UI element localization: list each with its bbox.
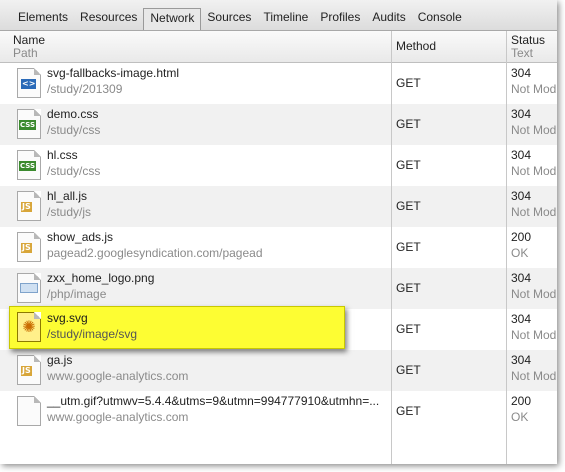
- request-row[interactable]: zxx_home_logo.png /php/image GET 304 Not…: [0, 268, 557, 309]
- request-row[interactable]: JS show_ads.js pagead2.googlesyndication…: [0, 227, 557, 268]
- request-method: GET: [396, 199, 421, 213]
- status-code: 304: [511, 189, 532, 203]
- request-method: GET: [396, 363, 421, 377]
- network-column-header: Name Path Method Status Text: [0, 31, 557, 63]
- request-name: show_ads.js: [47, 230, 114, 244]
- js-file-icon: JS: [17, 232, 41, 262]
- status-code: 304: [511, 353, 532, 367]
- request-row[interactable]: JS hl_all.js /study/js GET 304 Not Modif…: [0, 186, 557, 227]
- highlighted-svg-request[interactable]: ✺ svg.svg /study/image/svg: [9, 306, 345, 349]
- status-code: 304: [511, 66, 532, 80]
- js-file-icon: JS: [17, 355, 41, 385]
- status-code: 200: [511, 394, 532, 408]
- request-row[interactable]: CSS hl.css /study/css GET 304 Not Modifi…: [0, 145, 557, 186]
- tab-elements[interactable]: Elements: [12, 8, 74, 30]
- status-text: Not Modified: [511, 287, 557, 301]
- devtools-tab-bar: Elements Resources Network Sources Timel…: [0, 0, 557, 31]
- request-name: hl.css: [47, 148, 78, 162]
- request-method: GET: [396, 76, 421, 90]
- js-file-icon: JS: [17, 191, 41, 221]
- status-text: Not Modified: [511, 123, 557, 137]
- method-column-header[interactable]: Method: [396, 31, 504, 62]
- tab-resources[interactable]: Resources: [74, 8, 143, 30]
- html-file-icon: <>: [17, 68, 41, 98]
- text-column-subtitle: Text: [511, 46, 534, 60]
- request-path: /php/image: [47, 287, 107, 301]
- request-method: GET: [396, 404, 421, 418]
- method-column-title: Method: [396, 39, 437, 53]
- status-text: OK: [511, 246, 529, 260]
- name-column-title: Name: [13, 33, 46, 47]
- request-name: __utm.gif?utmwv=5.4.4&utms=9&utmn=994777…: [47, 394, 380, 408]
- request-name: ga.js: [47, 353, 73, 367]
- status-text: Not Modified: [511, 205, 557, 219]
- column-divider[interactable]: [506, 31, 507, 464]
- request-method: GET: [396, 240, 421, 254]
- status-code: 304: [511, 107, 532, 121]
- tab-network[interactable]: Network: [143, 8, 202, 30]
- status-code: 304: [511, 148, 532, 162]
- path-column-subtitle: Path: [13, 46, 38, 60]
- tab-audits[interactable]: Audits: [366, 8, 411, 30]
- column-divider[interactable]: [391, 31, 392, 464]
- request-method: GET: [396, 117, 421, 131]
- status-text: Not Modified: [511, 82, 557, 96]
- request-method: GET: [396, 281, 421, 295]
- request-name: hl_all.js: [47, 189, 88, 203]
- request-path: /study/css: [47, 164, 101, 178]
- request-path: /study/201309: [47, 82, 123, 96]
- status-text: Not Modified: [511, 328, 557, 342]
- request-path: www.google-analytics.com: [47, 410, 189, 424]
- request-name: zxx_home_logo.png: [47, 271, 155, 285]
- status-column-title: Status: [511, 33, 546, 47]
- svg-file-icon: ✺: [17, 312, 41, 342]
- status-code: 304: [511, 271, 532, 285]
- status-text: Not Modified: [511, 369, 557, 383]
- tab-profiles[interactable]: Profiles: [314, 8, 366, 30]
- name-column-header[interactable]: Name Path: [13, 31, 388, 62]
- request-name: svg.svg: [47, 311, 88, 325]
- devtools-window: Elements Resources Network Sources Timel…: [0, 0, 557, 464]
- request-row[interactable]: __utm.gif?utmwv=5.4.4&utms=9&utmn=994777…: [0, 391, 557, 432]
- tab-sources[interactable]: Sources: [201, 8, 257, 30]
- tab-console[interactable]: Console: [412, 8, 468, 30]
- request-path: www.google-analytics.com: [47, 369, 189, 383]
- status-code: 200: [511, 230, 532, 244]
- blank-file-icon: [17, 396, 41, 426]
- status-text: Not Modified: [511, 164, 557, 178]
- tab-timeline[interactable]: Timeline: [257, 8, 314, 30]
- request-path: /study/css: [47, 123, 101, 137]
- request-row[interactable]: CSS demo.css /study/css GET 304 Not Modi…: [0, 104, 557, 145]
- request-path: /study/js: [47, 205, 92, 219]
- request-method: GET: [396, 158, 421, 172]
- css-file-icon: CSS: [17, 150, 41, 180]
- request-row[interactable]: JS ga.js www.google-analytics.com GET 30…: [0, 350, 557, 391]
- request-row[interactable]: <> svg-fallbacks-image.html /study/20130…: [0, 63, 557, 104]
- request-name: demo.css: [47, 107, 99, 121]
- request-path: /study/image/svg: [47, 327, 138, 341]
- status-code: 304: [511, 312, 532, 326]
- css-file-icon: CSS: [17, 109, 41, 139]
- status-text: OK: [511, 410, 529, 424]
- request-name: svg-fallbacks-image.html: [47, 66, 180, 80]
- request-path: pagead2.googlesyndication.com/pagead: [47, 246, 263, 260]
- image-file-icon: [17, 273, 41, 303]
- request-method: GET: [396, 322, 421, 336]
- status-column-header[interactable]: Status Text: [511, 31, 557, 62]
